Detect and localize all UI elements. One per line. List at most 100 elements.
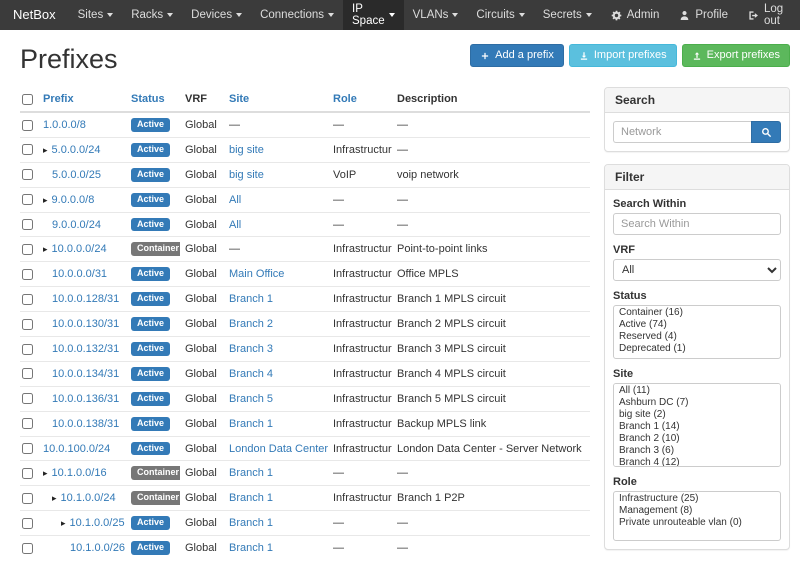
vrf-cell: Global: [180, 187, 224, 212]
row-checkbox[interactable]: [22, 319, 33, 330]
column-header-status[interactable]: Status: [126, 87, 180, 112]
prefix-link[interactable]: 10.1.0.0/16: [52, 467, 107, 479]
site-select[interactable]: All (11)Ashburn DC (7)big site (2)Branch…: [613, 383, 781, 467]
prefix-link[interactable]: 10.0.0.138/31: [52, 418, 119, 430]
prefix-link[interactable]: 10.1.0.0/24: [61, 492, 116, 504]
export-prefixes-button[interactable]: Export prefixes: [682, 44, 790, 67]
row-checkbox[interactable]: [22, 344, 33, 355]
row-checkbox[interactable]: [22, 194, 33, 205]
row-checkbox[interactable]: [22, 468, 33, 479]
site-link[interactable]: Branch 1: [229, 517, 273, 529]
site-link[interactable]: big site: [229, 169, 264, 181]
prefix-link[interactable]: 10.0.0.132/31: [52, 343, 119, 355]
select-option[interactable]: Active (74): [615, 319, 780, 331]
site-link[interactable]: Branch 5: [229, 393, 273, 405]
select-option[interactable]: Ashburn DC (7): [615, 397, 780, 409]
row-checkbox[interactable]: [22, 144, 33, 155]
expand-arrow-icon[interactable]: ▸: [52, 493, 57, 503]
expand-arrow-icon[interactable]: ▸: [43, 195, 48, 205]
row-checkbox[interactable]: [22, 518, 33, 529]
select-option[interactable]: Deprecated (1): [615, 343, 780, 355]
prefix-link[interactable]: 10.1.0.0/25: [70, 517, 125, 529]
search-button[interactable]: [751, 121, 781, 143]
site-link[interactable]: All: [229, 194, 241, 206]
select-option[interactable]: big site (2): [615, 409, 780, 421]
site-link[interactable]: Branch 4: [229, 368, 273, 380]
column-header-site[interactable]: Site: [224, 87, 328, 112]
add-a-prefix-button[interactable]: Add a prefix: [470, 44, 564, 67]
row-checkbox[interactable]: [22, 418, 33, 429]
prefix-link[interactable]: 9.0.0.0/8: [52, 194, 95, 206]
row-checkbox[interactable]: [22, 269, 33, 280]
column-header-role[interactable]: Role: [328, 87, 392, 112]
expand-arrow-icon[interactable]: ▸: [43, 145, 48, 155]
nav-item-secrets[interactable]: Secrets: [534, 0, 601, 30]
site-link[interactable]: Branch 3: [229, 343, 273, 355]
nav-item-sites[interactable]: Sites: [69, 0, 123, 30]
prefix-link[interactable]: 10.0.0.130/31: [52, 318, 119, 330]
nav-item-devices[interactable]: Devices: [182, 0, 251, 30]
select-option[interactable]: Management (8): [615, 505, 780, 517]
prefix-link[interactable]: 5.0.0.0/25: [52, 169, 101, 181]
row-checkbox[interactable]: [22, 393, 33, 404]
row-checkbox[interactable]: [22, 169, 33, 180]
import-prefixes-button[interactable]: Import prefixes: [569, 44, 677, 67]
nav-item-vlans[interactable]: VLANs: [404, 0, 468, 30]
row-checkbox[interactable]: [22, 443, 33, 454]
row-checkbox[interactable]: [22, 244, 33, 255]
prefix-link[interactable]: 10.0.100.0/24: [43, 443, 110, 455]
select-option[interactable]: Branch 1 (14): [615, 421, 780, 433]
select-option[interactable]: All (11): [615, 385, 780, 397]
expand-arrow-icon[interactable]: ▸: [61, 518, 66, 528]
prefix-link[interactable]: 1.0.0.0/8: [43, 119, 86, 131]
row-checkbox[interactable]: [22, 120, 33, 131]
prefix-link[interactable]: 10.0.0.0/24: [52, 243, 107, 255]
select-all-checkbox[interactable]: [22, 94, 33, 105]
row-checkbox[interactable]: [22, 219, 33, 230]
site-link[interactable]: All: [229, 219, 241, 231]
site-link[interactable]: Main Office: [229, 268, 284, 280]
search-within-input[interactable]: [613, 213, 781, 235]
select-option[interactable]: Reserved (4): [615, 331, 780, 343]
prefix-link[interactable]: 9.0.0.0/24: [52, 219, 101, 231]
nav-item-ip-space[interactable]: IP Space: [343, 0, 404, 30]
site-link[interactable]: London Data Center: [229, 443, 328, 455]
status-select[interactable]: Container (16)Active (74)Reserved (4)Dep…: [613, 305, 781, 359]
select-option[interactable]: Container (16): [615, 307, 780, 319]
select-option[interactable]: Branch 3 (6): [615, 445, 780, 457]
row-checkbox[interactable]: [22, 543, 33, 554]
expand-arrow-icon[interactable]: ▸: [43, 468, 48, 478]
nav-log-out[interactable]: Log out: [738, 0, 800, 30]
nav-admin[interactable]: Admin: [601, 0, 670, 30]
select-option[interactable]: Branch 4 (12): [615, 457, 780, 467]
nav-item-connections[interactable]: Connections: [251, 0, 343, 30]
select-option[interactable]: Private unrouteable vlan (0): [615, 517, 780, 529]
column-header-prefix[interactable]: Prefix: [38, 87, 126, 112]
site-link[interactable]: Branch 1: [229, 467, 273, 479]
site-link[interactable]: Branch 1: [229, 492, 273, 504]
prefix-link[interactable]: 10.0.0.136/31: [52, 393, 119, 405]
app-brand[interactable]: NetBox: [0, 0, 69, 30]
expand-arrow-icon[interactable]: ▸: [43, 244, 48, 254]
site-link[interactable]: Branch 1: [229, 418, 273, 430]
prefix-link[interactable]: 10.0.0.128/31: [52, 293, 119, 305]
nav-item-circuits[interactable]: Circuits: [467, 0, 533, 30]
select-option[interactable]: Infrastructure (25): [615, 493, 780, 505]
site-link[interactable]: big site: [229, 144, 264, 156]
role-select[interactable]: Infrastructure (25)Management (8)Private…: [613, 491, 781, 541]
row-checkbox[interactable]: [22, 368, 33, 379]
search-input[interactable]: [613, 121, 751, 143]
nav-item-racks[interactable]: Racks: [122, 0, 182, 30]
prefix-link[interactable]: 5.0.0.0/24: [52, 144, 101, 156]
site-link[interactable]: Branch 1: [229, 542, 273, 554]
prefix-link[interactable]: 10.0.0.134/31: [52, 368, 119, 380]
row-checkbox[interactable]: [22, 294, 33, 305]
prefix-link[interactable]: 10.0.0.0/31: [52, 268, 107, 280]
row-checkbox[interactable]: [22, 493, 33, 504]
nav-profile[interactable]: Profile: [669, 0, 738, 30]
site-link[interactable]: Branch 2: [229, 318, 273, 330]
select-option[interactable]: Branch 2 (10): [615, 433, 780, 445]
prefix-link[interactable]: 10.1.0.0/26: [70, 542, 125, 554]
site-link[interactable]: Branch 1: [229, 293, 273, 305]
vrf-select[interactable]: All: [613, 259, 781, 281]
